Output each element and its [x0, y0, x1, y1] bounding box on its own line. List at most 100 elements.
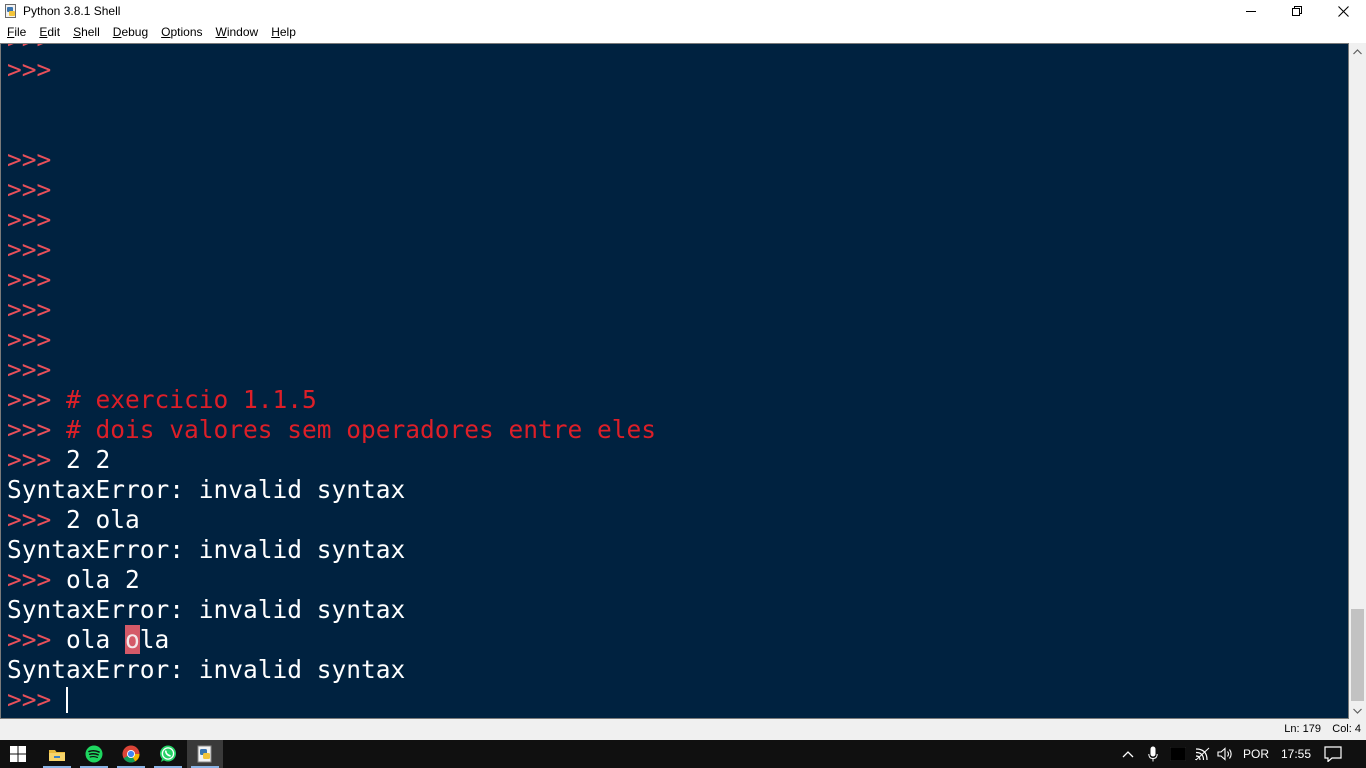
show-hidden-icons-button[interactable]	[1122, 740, 1134, 768]
prompt: >>>	[7, 565, 67, 594]
taskbar-whatsapp[interactable]	[150, 740, 186, 768]
code-text: 2 2	[66, 445, 111, 474]
language-indicator[interactable]: POR	[1243, 740, 1269, 768]
vertical-scrollbar[interactable]	[1349, 43, 1366, 719]
python-idle-icon	[197, 745, 212, 763]
notification-icon	[1324, 746, 1342, 762]
menu-label: elp	[279, 25, 296, 39]
shell-line: >>>	[7, 355, 656, 385]
status-bar: Ln: 179 Col: 4	[0, 719, 1366, 740]
code-text: ola 2	[66, 565, 140, 594]
scroll-down-button[interactable]	[1349, 702, 1366, 719]
restore-icon	[1292, 6, 1302, 16]
microphone-button[interactable]	[1148, 740, 1158, 768]
shell-line: >>>	[7, 55, 656, 85]
menu-bar: File Edit Shell Debug Options Window Help	[0, 22, 1366, 43]
prompt: >>>	[7, 295, 67, 324]
shell-lines: >>> >>> >>> >>> >>> >>> >>> >>> >>> >>> …	[7, 44, 656, 715]
shell-line: >>>	[7, 295, 656, 325]
prompt: >>>	[7, 445, 67, 474]
menu-options[interactable]: Options	[155, 22, 209, 43]
menu-label: indow	[226, 25, 259, 39]
prompt: >>>	[7, 685, 67, 714]
black-square-icon	[1170, 747, 1186, 761]
error-message: SyntaxError: invalid syntax	[7, 535, 406, 564]
code-text: la	[139, 625, 170, 654]
shell-line: >>> ola ola	[7, 625, 656, 655]
windows-logo-icon	[10, 746, 26, 762]
prompt: >>>	[7, 505, 67, 534]
tray-app-button[interactable]	[1170, 740, 1186, 768]
close-icon	[1337, 5, 1349, 17]
error-message: SyntaxError: invalid syntax	[7, 475, 406, 504]
line-number: Ln: 179	[1284, 723, 1321, 735]
menu-edit[interactable]: Edit	[33, 22, 67, 43]
menu-label: ebug	[121, 25, 149, 39]
menu-label: dit	[47, 25, 61, 39]
shell-line: >>>	[7, 235, 656, 265]
taskbar-chrome[interactable]	[113, 740, 149, 768]
comment-text: # exercicio 1.1.5	[66, 385, 317, 414]
prompt: >>>	[7, 235, 67, 264]
prompt: >>>	[7, 205, 67, 234]
taskbar-spotify[interactable]	[76, 740, 112, 768]
speaker-icon	[1217, 747, 1232, 761]
prompt: >>>	[7, 415, 67, 444]
menu-window[interactable]: Window	[210, 22, 266, 43]
microphone-icon	[1148, 746, 1158, 762]
taskbar-python-idle[interactable]	[187, 740, 223, 768]
chevron-up-icon	[1353, 48, 1362, 54]
code-text: ola	[66, 625, 126, 654]
shell-line: >>>	[7, 325, 656, 355]
prompt: >>>	[7, 385, 67, 414]
volume-button[interactable]	[1217, 740, 1233, 768]
menu-help[interactable]: Help	[265, 22, 303, 43]
scrollbar-thumb[interactable]	[1351, 609, 1364, 701]
action-center-button[interactable]	[1324, 740, 1342, 768]
menu-debug[interactable]: Debug	[107, 22, 155, 43]
menu-accelerator: S	[73, 25, 82, 39]
shell-line: >>>	[7, 265, 656, 295]
shell-line: SyntaxError: invalid syntax	[7, 475, 656, 505]
shell-line: >>> 2 ola	[7, 505, 656, 535]
menu-label: ile	[14, 25, 27, 39]
shell-line: >>>	[7, 44, 656, 55]
spotify-icon	[85, 745, 103, 763]
title-bar[interactable]: Python 3.8.1 Shell	[0, 0, 1366, 22]
folder-icon	[49, 749, 65, 761]
taskbar: POR 17:55	[0, 740, 1366, 768]
menu-shell[interactable]: Shell	[67, 22, 107, 43]
error-message: SyntaxError: invalid syntax	[7, 655, 406, 684]
prompt: >>>	[7, 44, 66, 54]
menu-accelerator: H	[271, 25, 280, 39]
taskbar-file-explorer[interactable]	[39, 740, 75, 768]
window-title: Python 3.8.1 Shell	[23, 4, 121, 18]
menu-label: hell	[81, 25, 100, 39]
restore-button[interactable]	[1274, 0, 1320, 22]
clock[interactable]: 17:55	[1281, 740, 1311, 768]
network-button[interactable]	[1195, 740, 1211, 768]
chevron-up-icon	[1122, 751, 1134, 758]
minimize-button[interactable]	[1228, 0, 1274, 22]
column-number: Col: 4	[1332, 723, 1361, 735]
prompt: >>>	[7, 325, 67, 354]
python-idle-icon	[4, 4, 18, 18]
prompt: >>>	[7, 355, 67, 384]
close-button[interactable]	[1320, 0, 1366, 22]
scroll-up-button[interactable]	[1349, 43, 1366, 60]
shell-line	[7, 115, 656, 145]
prompt: >>>	[7, 175, 67, 204]
chevron-down-icon	[1353, 708, 1362, 714]
shell-line: >>>	[7, 145, 656, 175]
menu-file[interactable]: File	[0, 22, 33, 43]
shell-line	[7, 85, 656, 115]
shell-output[interactable]: >>> >>> >>> >>> >>> >>> >>> >>> >>> >>> …	[0, 43, 1349, 719]
text-cursor	[66, 687, 69, 713]
start-button[interactable]	[0, 740, 36, 768]
shell-line: >>> # dois valores sem operadores entre …	[7, 415, 656, 445]
prompt: >>>	[7, 625, 67, 654]
shell-line: SyntaxError: invalid syntax	[7, 655, 656, 685]
prompt: >>>	[7, 145, 67, 174]
chrome-icon	[122, 745, 140, 763]
shell-line: >>> ola 2	[7, 565, 656, 595]
